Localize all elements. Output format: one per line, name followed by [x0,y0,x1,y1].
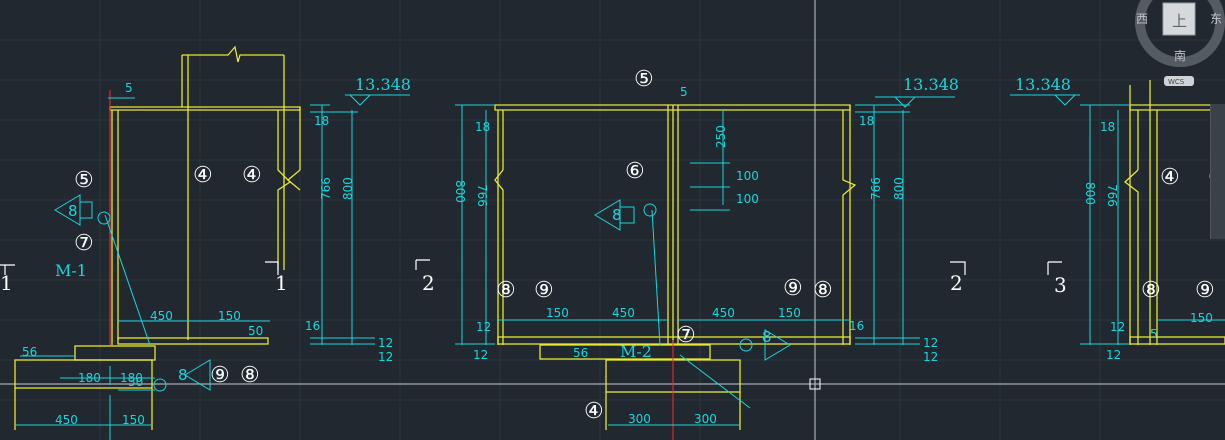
dimension-text: 800 [1083,182,1097,205]
dimension-text: 18 [475,120,490,134]
dimension-text: 766 [869,177,883,200]
dimension-text: 450 [150,309,173,323]
weld-size: 8 [762,328,772,346]
part-label: ④ [584,399,604,424]
dimension-text: 450 [612,306,635,320]
wcs-label: WCS [1168,78,1185,86]
plate-tag: M-2 [620,342,652,361]
dimension-text: 12 [923,336,938,350]
dimension-text: 12 [476,320,491,334]
dimension-text: 150 [778,306,801,320]
elevation-label: 13.348 [903,75,959,94]
section-mark: 1 [0,271,13,295]
viewcube-east[interactable]: 东 [1210,12,1222,26]
section-mark: 3 [1054,273,1067,297]
part-label: ⑤ [634,67,654,92]
part-label: ⑨ [210,363,230,388]
weld-size: 8 [612,206,622,224]
dimension-text: 450 [712,306,735,320]
dimension-text: 450 [55,413,78,427]
part-label: ⑧ [1141,278,1161,303]
section-mark: 2 [422,271,435,295]
dimension-text: 150 [1190,311,1213,325]
part-label: ⑨ [783,276,803,301]
dimension-text: 800 [453,180,467,203]
part-label: ⑦ [74,231,94,256]
viewcube-top-face[interactable]: 上 [1172,12,1187,30]
dimension-text: 16 [849,319,864,333]
dimension-text: 766 [319,177,333,200]
navigation-bar[interactable] [1210,104,1225,239]
dimension-text: 100 [736,192,759,206]
dimension-text: 180 [78,371,101,385]
dimension-text: 12 [378,336,393,350]
section-2-drawing[interactable] [415,96,966,440]
part-label: ⑦ [676,323,696,348]
elevation-label: 13.348 [1015,75,1071,94]
dimension-text: 56 [22,345,37,359]
dimension-text: 150 [546,306,569,320]
dimension-text: 5 [1150,327,1158,341]
section-mark: 2 [950,271,963,295]
part-label: ④ [193,163,213,188]
dimension-text: 12 [923,350,938,364]
dimension-text: 12 [1106,348,1121,362]
dimension-text: 766 [475,184,489,207]
part-label: ④ [1160,165,1180,190]
part-label: ⑨ [534,278,554,303]
elevation-label: 13.348 [355,75,411,94]
dim-30: 30 [128,375,143,389]
viewcube-west[interactable]: 西 [1136,12,1148,26]
annotation-text: 13.348 13.348 13.348 1 1 2 2 3 ⑤ ④ ④ ⑦ ⑨… [0,67,1225,427]
dimension-text: 300 [628,412,651,426]
dimension-text: 250 [714,125,728,148]
part-label: ⑥ [625,159,645,184]
part-label: ⑧ [240,363,260,388]
drawing-canvas[interactable]: 13.348 13.348 13.348 1 1 2 2 3 ⑤ ④ ④ ⑦ ⑨… [0,0,1225,440]
dimension-text: 18 [859,114,874,128]
dimension-text: 18 [314,114,329,128]
part-label: ⑤ [74,168,94,193]
part-label: ⑧ [813,278,833,303]
dimension-text: 766 [1105,184,1119,207]
section-1-drawing[interactable] [0,45,410,440]
dimension-text: 5 [680,85,688,99]
dimension-text: 12 [378,350,393,364]
dimension-text: 12 [473,348,488,362]
dimension-text: 5 [125,81,133,95]
dimension-text: 100 [736,169,759,183]
dimension-text: 16 [305,319,320,333]
dimension-text: 50 [248,324,263,338]
part-label: ⑨ [1195,278,1215,303]
dimension-text: 800 [341,177,355,200]
weld-size: 8 [68,202,78,220]
dimension-text: 150 [122,413,145,427]
part-label: ④ [242,163,262,188]
section-mark: 1 [275,271,288,295]
plate-tag: M-1 [55,261,87,280]
viewcube-south[interactable]: 南 [1174,48,1186,63]
viewcube[interactable]: 上 西 东 南 WCS [1130,0,1225,90]
weld-size: 8 [178,366,188,384]
dimension-text: 800 [892,177,906,200]
dimension-text: 150 [218,309,241,323]
dimension-text: 18 [1100,120,1115,134]
part-label: ⑧ [496,278,516,303]
dimension-text: 300 [694,412,717,426]
dimension-text: 12 [1110,320,1125,334]
dimension-text: 56 [573,346,588,360]
